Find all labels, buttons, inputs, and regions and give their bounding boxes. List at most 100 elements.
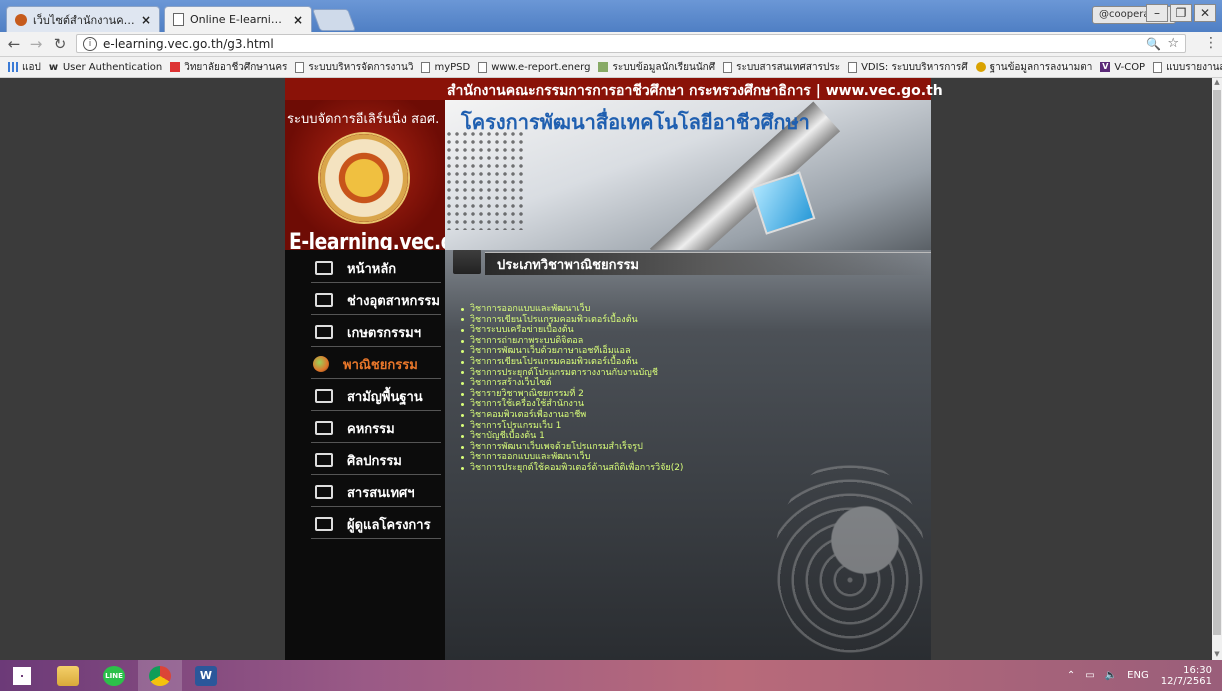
monitor-icon	[315, 517, 333, 531]
header-banner: โครงการพัฒนาสื่อเทคโนโลยีอาชีวศึกษา	[445, 100, 931, 250]
scroll-up-icon[interactable]: ▲	[1213, 78, 1221, 88]
bookmark-vdis[interactable]: VDIS: ระบบบริหารการศึ	[848, 60, 968, 75]
vec-seal-logo	[320, 134, 408, 222]
course-link[interactable]: วิชาการโปรแกรมเว็บ 1	[461, 421, 683, 432]
page-icon	[421, 61, 431, 73]
monitor-icon	[315, 293, 333, 307]
course-title: วิชาการเขียนโปรแกรมคอมพิวเตอร์เบื้องต้น	[470, 314, 638, 325]
network-icon[interactable]: ▭	[1085, 670, 1094, 681]
nav-item-home-economics[interactable]: คหกรรม	[311, 414, 441, 443]
bookmark-star-icon[interactable]: ☆	[1167, 36, 1179, 51]
college-icon	[170, 62, 181, 72]
volume-icon[interactable]: 🔈	[1105, 670, 1117, 681]
course-link[interactable]: วิชาการประยุกต์โปรแกรมตารางงานกับงานบัญช…	[461, 368, 683, 379]
course-link[interactable]: วิชาบัญชีเบื้องต้น 1	[461, 431, 683, 442]
menu-icon[interactable]: ⋮	[1204, 35, 1218, 51]
bookmark-info-system[interactable]: ระบบสารสนเทศสารประ	[723, 60, 840, 75]
taskbar-chrome[interactable]	[138, 660, 182, 691]
close-window-icon[interactable]: ✕	[1194, 4, 1216, 22]
bookmark-ereport[interactable]: www.e-report.energ	[478, 61, 590, 73]
monitor-icon	[315, 485, 333, 499]
line-icon: LINE	[103, 665, 125, 686]
image-icon	[598, 62, 609, 72]
nav-item-admin[interactable]: ผู้ดูแลโครงการ	[311, 510, 441, 539]
bookmark-label: ระบบบริหารจัดการงานวิ	[308, 61, 414, 73]
course-title: วิชาการประยุกต์โปรแกรมตารางงานกับงานบัญช…	[470, 367, 658, 378]
taskbar-file-explorer[interactable]	[46, 660, 90, 691]
bookmark-label: แอป	[22, 61, 41, 73]
nav-item-agriculture[interactable]: เกษตรกรรมฯ	[311, 318, 441, 347]
bookmark-work-system[interactable]: ระบบบริหารจัดการงานวิ	[295, 60, 413, 75]
nav-item-it[interactable]: สารสนเทศฯ	[311, 478, 441, 507]
info-icon[interactable]: i	[83, 36, 97, 51]
e-logo-watermark	[775, 460, 925, 660]
clock[interactable]: 16:30 12/7/2561	[1161, 665, 1212, 687]
bookmark-college[interactable]: วิทยาลัยอาชีวศึกษานคร	[170, 60, 287, 75]
close-icon[interactable]: ×	[135, 13, 151, 27]
course-link[interactable]: วิชารายวิชาพาณิชยกรรมที่ 2	[461, 389, 683, 400]
system-tray: ⌃ ▭ 🔈 ENG 16:30 12/7/2561	[1057, 660, 1212, 691]
tab-elearning[interactable]: Online E-learning Of VEC ×	[164, 6, 312, 32]
project-title: โครงการพัฒนาสื่อเทคโนโลยีอาชีวศึกษา	[461, 110, 810, 134]
start-button[interactable]	[0, 660, 44, 691]
nav-label: คหกรรม	[347, 421, 395, 437]
scrollbar-thumb[interactable]	[1213, 90, 1221, 635]
file-explorer-icon	[57, 665, 79, 686]
course-link[interactable]: วิชาการออกแบบและพัฒนาเว็บ	[461, 452, 683, 463]
page-scrollbar[interactable]: ▲ ▼	[1212, 78, 1222, 660]
course-link[interactable]: วิชาการถ่ายภาพระบบดิจิตอล	[461, 336, 683, 347]
bookmark-mypsd[interactable]: myPSD	[421, 61, 470, 73]
course-link[interactable]: วิชาการประยุกต์ใช้คอมพิวเตอร์ด้านสถิติเพ…	[461, 463, 683, 474]
nav-item-home[interactable]: หน้าหลัก	[311, 254, 441, 283]
new-tab-button[interactable]	[311, 9, 357, 31]
tab-title: Online E-learning Of VEC	[190, 13, 287, 26]
course-link[interactable]: วิชาระบบเครือข่ายเบื้องต้น	[461, 325, 683, 336]
taskbar-word[interactable]: W	[184, 660, 228, 691]
bookmark-student-data[interactable]: ระบบข้อมูลนักเรียนนักศึ	[598, 60, 715, 75]
restore-icon[interactable]: ❐	[1170, 4, 1192, 22]
course-link[interactable]: วิชาการเขียนโปรแกรมคอมพิวเตอร์เบื้องต้น	[461, 315, 683, 326]
scroll-down-icon[interactable]: ▼	[1213, 650, 1221, 660]
bookmark-vcop[interactable]: V V-COP	[1100, 62, 1145, 73]
course-link[interactable]: วิชาการพัฒนาเว็บด้วยภาษาเอชทีเอ็มแอล	[461, 346, 683, 357]
course-link[interactable]: วิชาคอมพิวเตอร์เพื่องานอาชีพ	[461, 410, 683, 421]
bookmark-label: ระบบข้อมูลนักเรียนนักศึ	[612, 61, 716, 73]
nav-item-industrial[interactable]: ช่างอุตสาหกรรม	[311, 286, 441, 315]
show-hidden-icons-icon[interactable]: ⌃	[1067, 670, 1075, 681]
taskbar-line[interactable]: LINE	[92, 660, 136, 691]
bookmark-label: ระบบสารสนเทศสารประ	[736, 61, 841, 73]
course-list: วิชาการออกแบบและพัฒนาเว็บ วิชาการเขียนโปร…	[461, 304, 683, 474]
course-link[interactable]: วิชาการสร้างเว็บไซต์	[461, 378, 683, 389]
forward-icon[interactable]: →	[26, 34, 46, 54]
monitor-icon	[315, 325, 333, 339]
course-link[interactable]: วิชาการใช้เครื่องใช้สำนักงาน	[461, 399, 683, 410]
word-icon: W	[195, 665, 217, 686]
bookmark-report-form[interactable]: แบบรายงานสรุปการปฏิ	[1153, 60, 1222, 75]
nav-label: ช่างอุตสาหกรรม	[347, 293, 440, 309]
back-icon[interactable]: ←	[4, 34, 24, 54]
address-bar[interactable]: i e-learning.vec.go.th/g3.html 🔍 ☆	[76, 34, 1186, 53]
reload-icon[interactable]: ↻	[50, 34, 70, 54]
bookmark-apps[interactable]: แอป	[8, 60, 41, 75]
bookmark-user-auth[interactable]: w User Authentication	[49, 62, 162, 74]
zoom-icon[interactable]: 🔍	[1146, 37, 1161, 51]
course-link[interactable]: วิชาการเขียนโปรแกรมคอมพิวเตอร์เบื้องต้น	[461, 357, 683, 368]
apps-icon	[8, 62, 18, 72]
close-icon[interactable]: ×	[287, 13, 303, 27]
language-indicator[interactable]: ENG	[1127, 670, 1149, 681]
bullet-icon	[461, 339, 464, 343]
bookmark-label: ฐานข้อมูลการลงนามตา	[989, 61, 1093, 73]
course-link[interactable]: วิชาการออกแบบและพัฒนาเว็บ	[461, 304, 683, 315]
bookmark-signature-db[interactable]: ฐานข้อมูลการลงนามตา	[975, 60, 1093, 75]
nav-item-arts[interactable]: ศิลปกรรม	[311, 446, 441, 475]
tab-title: เว็บไซต์สำนักงานคณะกรรมการ	[33, 13, 135, 27]
nav-item-commerce[interactable]: พาณิชยกรรม	[311, 350, 441, 379]
course-title: วิชารายวิชาพาณิชยกรรมที่ 2	[470, 388, 584, 399]
minimize-icon[interactable]: –	[1146, 4, 1168, 22]
nav-label: สามัญพื้นฐาน	[347, 389, 423, 405]
page-icon	[723, 61, 733, 73]
nav-item-general[interactable]: สามัญพื้นฐาน	[311, 382, 441, 411]
tab-vec-website[interactable]: เว็บไซต์สำนักงานคณะกรรมการ ×	[6, 6, 160, 32]
course-link[interactable]: วิชาการพัฒนาเว็บเพจด้วยโปรแกรมสำเร็จรูป	[461, 442, 683, 453]
nav-label: ศิลปกรรม	[347, 453, 402, 469]
